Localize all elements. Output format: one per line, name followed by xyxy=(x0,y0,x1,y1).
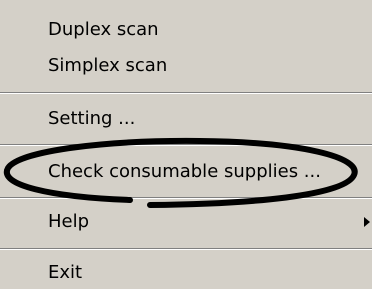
menu-item-help[interactable]: Help xyxy=(0,206,374,238)
menu-item-duplex-scan[interactable]: Duplex scan xyxy=(0,14,374,46)
context-menu: Duplex scan Simplex scan Setting ... Che… xyxy=(0,0,374,289)
menu-item-label: Exit xyxy=(48,262,83,283)
menu-item-label: Setting ... xyxy=(48,108,136,129)
menu-item-setting[interactable]: Setting ... xyxy=(0,103,374,135)
menu-item-label: Duplex scan xyxy=(48,19,159,40)
menu-item-label: Help xyxy=(48,211,90,232)
menu-item-check-consumable-supplies[interactable]: Check consumable supplies ... xyxy=(0,156,374,188)
menu-item-exit[interactable]: Exit xyxy=(0,257,374,289)
menu-item-label: Check consumable supplies ... xyxy=(48,161,321,182)
menu-separator xyxy=(0,144,374,146)
menu-item-simplex-scan[interactable]: Simplex scan xyxy=(0,50,374,82)
menu-separator xyxy=(0,92,374,94)
menu-separator xyxy=(0,248,374,250)
menu-item-label: Simplex scan xyxy=(48,55,168,76)
chevron-right-icon xyxy=(364,217,370,227)
menu-separator xyxy=(0,197,374,199)
